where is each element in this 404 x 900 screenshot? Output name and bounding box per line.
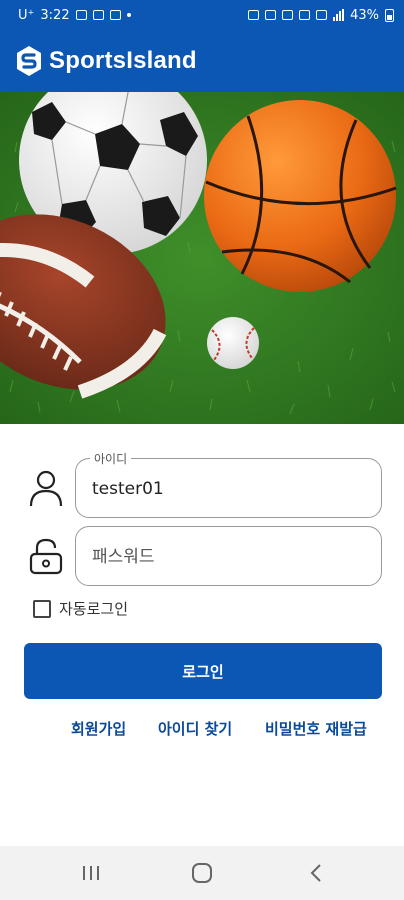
reset-password-link[interactable]: 비밀번호 재발급: [265, 718, 367, 739]
status-time: 3:22: [40, 7, 70, 23]
s-logo-icon: [17, 46, 41, 76]
status-right: 43%: [248, 8, 394, 23]
login-button[interactable]: 로그인: [24, 643, 382, 699]
message-icon: [75, 10, 87, 20]
id-field[interactable]: 아이디: [75, 450, 382, 518]
cast-icon: [265, 10, 277, 20]
gallery-icon: [92, 10, 104, 20]
mail-icon: [109, 10, 121, 20]
auto-login-checkbox[interactable]: 자동로그인: [33, 598, 128, 619]
password-row: [0, 526, 404, 586]
recents-icon[interactable]: [76, 860, 106, 886]
password-field[interactable]: [75, 526, 382, 586]
basketball: [204, 100, 397, 292]
nfc-icon: [282, 10, 294, 20]
person-icon: [29, 470, 63, 507]
auto-login-label: 자동로그인: [59, 600, 129, 618]
sports-balls-illustration: [0, 92, 404, 424]
app-bar: SportsIsland: [0, 30, 404, 92]
account-links: 회원가입 아이디 찾기 비밀번호 재발급: [0, 718, 404, 740]
signup-link[interactable]: 회원가입: [71, 718, 126, 739]
location-icon: [299, 10, 311, 20]
lock-status-icon: [248, 10, 260, 20]
find-id-link[interactable]: 아이디 찾기: [158, 718, 232, 739]
status-bar: U⁺ 3:22 43%: [0, 0, 404, 30]
baseball: [207, 317, 259, 369]
unlock-icon: [29, 538, 63, 575]
password-input[interactable]: [92, 535, 362, 579]
signal-icon: [333, 9, 345, 21]
wifi-icon: [316, 10, 328, 20]
back-icon[interactable]: [302, 860, 332, 886]
battery-icon: [385, 8, 394, 22]
home-icon[interactable]: [187, 860, 217, 886]
status-left: U⁺ 3:22: [18, 8, 131, 23]
app-title: SportsIsland: [49, 47, 197, 74]
system-nav-bar: [0, 846, 404, 900]
id-input[interactable]: [92, 467, 362, 511]
id-row: 아이디: [0, 450, 404, 518]
battery-percent: 43%: [350, 7, 379, 23]
more-notifications-icon: [126, 13, 131, 17]
id-field-label: 아이디: [90, 450, 132, 467]
hero-image: [0, 92, 404, 424]
carrier-label: U⁺: [18, 7, 35, 23]
checkbox-box[interactable]: [33, 599, 51, 618]
